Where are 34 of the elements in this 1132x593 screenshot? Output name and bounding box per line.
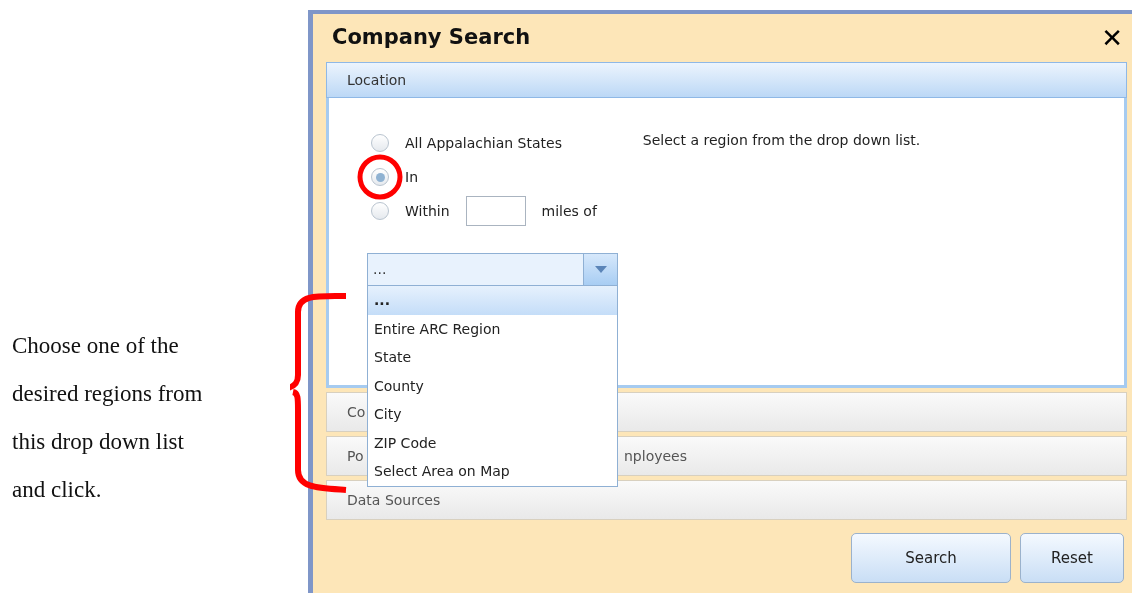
- section-header-text[interactable]: Po: [347, 445, 364, 467]
- close-button[interactable]: ✕: [1097, 25, 1127, 51]
- dropdown-option[interactable]: County: [368, 371, 617, 400]
- dropdown-option[interactable]: City: [368, 400, 617, 429]
- caret-icon: [594, 266, 607, 273]
- dropdown-option[interactable]: ...: [368, 286, 617, 315]
- reset-button[interactable]: Reset: [1020, 533, 1124, 583]
- radio-button[interactable]: [371, 202, 389, 220]
- radio-label: In: [405, 167, 418, 187]
- radio-label: Within: [405, 201, 450, 221]
- radio-label: miles of: [541, 201, 597, 221]
- note-text: this drop down list: [12, 428, 184, 456]
- section-header[interactable]: Location: [326, 62, 1127, 98]
- miles-input-field[interactable]: [465, 196, 526, 226]
- dropdown-arrow-button[interactable]: [583, 254, 617, 285]
- hint-text: Select a region from the drop down list.: [642, 131, 921, 150]
- section-header-text[interactable]: nployees: [624, 445, 688, 467]
- circle-annotation: [355, 152, 405, 202]
- dropdown-option[interactable]: ZIP Code: [368, 428, 617, 457]
- dropdown-option[interactable]: Entire ARC Region: [368, 314, 617, 343]
- dropdown-field[interactable]: ...: [367, 253, 618, 286]
- dropdown-option[interactable]: Select Area on Map: [368, 457, 617, 486]
- dropdown-option[interactable]: State: [368, 343, 617, 372]
- note-text: desired regions from: [12, 380, 203, 408]
- dialog-title: Company Search: [332, 24, 531, 52]
- radio-label: All Appalachian States: [405, 133, 562, 153]
- section-header-text[interactable]: Co: [347, 401, 366, 423]
- radio-button[interactable]: [371, 134, 389, 152]
- note-text: and click.: [12, 476, 102, 504]
- dropdown-value: ...: [372, 260, 388, 279]
- section-header-text[interactable]: Data Sources: [347, 489, 441, 511]
- radio-button[interactable]: [371, 168, 389, 186]
- note-text: Choose one of the: [12, 332, 179, 360]
- search-button[interactable]: Search: [851, 533, 1011, 583]
